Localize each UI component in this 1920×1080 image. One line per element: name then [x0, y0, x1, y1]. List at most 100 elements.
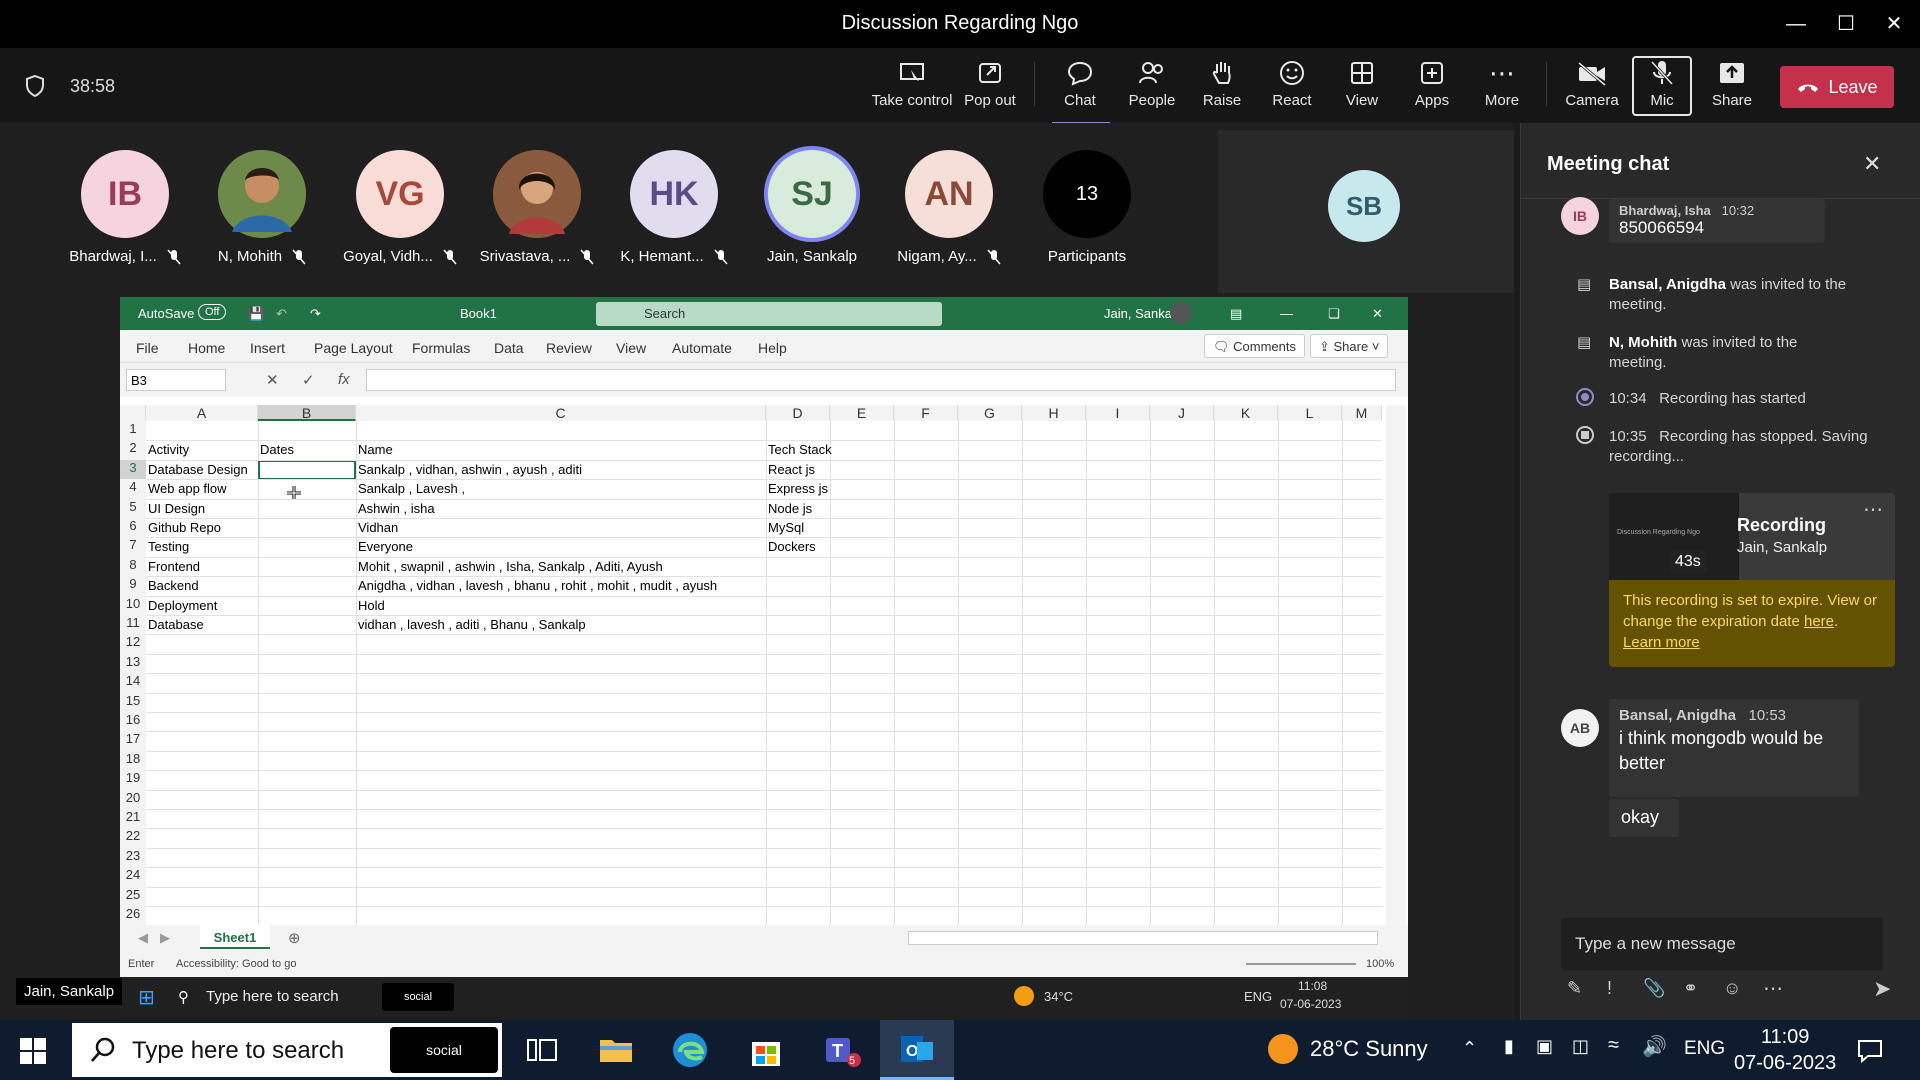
tab-insert[interactable]: Insert — [250, 340, 285, 356]
row-header[interactable]: 1 — [120, 421, 146, 441]
shared-excel-window[interactable]: AutoSave Off 💾 ↶ ↷ Book1 Search Jain, Sa… — [120, 297, 1408, 977]
row-header[interactable]: 6 — [120, 518, 146, 538]
cell-d10[interactable] — [766, 596, 768, 615]
cell-c4[interactable]: Sankalp , Lavesh , — [356, 479, 465, 498]
row-header[interactable]: 4 — [120, 479, 146, 499]
participant-tile[interactable]: Srivastava, ... — [477, 150, 597, 265]
cell-d11[interactable] — [766, 615, 768, 634]
select-all-corner[interactable] — [120, 405, 146, 421]
camera-tray-icon[interactable]: ▣ — [1536, 1036, 1553, 1057]
share-button[interactable]: Share — [1704, 58, 1760, 114]
row-header[interactable]: 2 — [120, 440, 146, 460]
cell-a2[interactable]: Activity — [146, 440, 189, 459]
avatar[interactable] — [1170, 302, 1192, 324]
cell-c10[interactable]: Hold — [356, 596, 385, 615]
redo-icon[interactable]: ↷ — [310, 306, 321, 322]
notifications-icon[interactable] — [1856, 1038, 1884, 1064]
column-header[interactable]: G — [958, 405, 1022, 421]
name-box[interactable]: B3 — [126, 369, 226, 391]
cell-d8[interactable] — [766, 557, 768, 576]
row-header[interactable]: 22 — [120, 828, 146, 848]
spotlight-tile[interactable]: SB — [1218, 130, 1514, 293]
task-view-icon[interactable] — [522, 1030, 562, 1070]
tab-data[interactable]: Data — [494, 340, 524, 356]
important-icon[interactable]: ! — [1607, 978, 1612, 999]
more-button[interactable]: ⋯ More — [1474, 58, 1530, 114]
language-indicator[interactable]: ENG — [1684, 1038, 1725, 1060]
loop-icon[interactable]: ⚭ — [1683, 978, 1698, 999]
participant-tile[interactable]: N, Mohith — [202, 150, 322, 265]
accessibility-status[interactable]: Accessibility: Good to go — [176, 958, 296, 970]
tab-help[interactable]: Help — [758, 340, 787, 356]
volume-icon[interactable]: 🔊 — [1642, 1034, 1667, 1059]
minimize-icon[interactable]: — — [1776, 8, 1816, 40]
row-header[interactable]: 23 — [120, 847, 146, 868]
cell-a10[interactable]: Deployment — [146, 596, 217, 615]
social-widget[interactable]: social — [390, 1027, 498, 1073]
cell-c5[interactable]: Ashwin , isha — [356, 499, 435, 518]
take-control-button[interactable]: Take control — [870, 58, 954, 114]
participant-tile-active[interactable]: SJ Jain, Sankalp — [752, 150, 872, 265]
cell-b2[interactable]: Dates — [258, 440, 294, 459]
column-header[interactable]: H — [1022, 405, 1086, 421]
column-header[interactable]: F — [894, 405, 958, 421]
row-header[interactable]: 11 — [120, 615, 146, 635]
participant-tile[interactable]: AN Nigam, Ay... — [889, 150, 1009, 265]
cell-c9[interactable]: Anigdha , vidhan , lavesh , bhanu , rohi… — [356, 576, 717, 595]
file-explorer-icon[interactable] — [596, 1030, 636, 1070]
function-icon[interactable]: fx — [338, 371, 350, 388]
row-header[interactable]: 10 — [120, 595, 146, 615]
close-icon[interactable]: ✕ — [1372, 306, 1383, 322]
save-icon[interactable]: 💾 — [248, 306, 264, 322]
cell-d4[interactable]: Express js — [766, 479, 828, 498]
send-icon[interactable]: ➤ — [1873, 976, 1891, 1002]
row-header[interactable]: 8 — [120, 556, 146, 577]
row-header[interactable]: 19 — [120, 770, 146, 790]
row-header[interactable]: 5 — [120, 498, 146, 518]
cell-a7[interactable]: Testing — [146, 537, 189, 556]
restore-icon[interactable]: ❏ — [1328, 306, 1340, 322]
column-header[interactable]: L — [1278, 405, 1342, 421]
participant-tile[interactable]: HK K, Hemant... — [614, 150, 734, 265]
tab-formulas[interactable]: Formulas — [412, 340, 470, 356]
chat-message[interactable]: Bansal, Anigdha 10:53 i think mongodb wo… — [1609, 699, 1859, 797]
cell-d9[interactable] — [766, 576, 768, 595]
recording-thumbnail[interactable]: Discussion Regarding Ngo 43s — [1609, 493, 1739, 580]
cancel-icon[interactable]: ✕ — [266, 371, 279, 389]
row-header[interactable]: 17 — [120, 731, 146, 751]
row-header[interactable]: 9 — [120, 576, 146, 596]
cell-c3[interactable]: Sankalp , vidhan, ashwin , ayush , aditi — [356, 460, 582, 479]
wifi-icon[interactable]: ≈ — [1608, 1034, 1619, 1057]
maximize-icon[interactable]: ☐ — [1826, 8, 1866, 40]
next-sheet-icon[interactable]: ▶ — [160, 930, 170, 946]
row-header[interactable]: 14 — [120, 673, 146, 693]
view-button[interactable]: View — [1334, 58, 1390, 114]
column-header[interactable]: D — [766, 405, 830, 421]
participants-overflow[interactable]: 13 Participants — [1027, 150, 1147, 265]
participant-tile[interactable]: VG Goyal, Vidh... — [340, 150, 460, 265]
format-icon[interactable]: ✎ — [1567, 978, 1582, 999]
camera-button[interactable]: Camera — [1562, 58, 1622, 114]
cell-c7[interactable]: Everyone — [356, 537, 413, 556]
show-hidden-icons[interactable]: ⌃ — [1462, 1038, 1477, 1059]
row-header[interactable]: 20 — [120, 789, 146, 809]
cell-c8[interactable]: Mohit , swapnil , ashwin , Isha, Sankalp… — [356, 557, 663, 576]
tab-file[interactable]: File — [136, 340, 159, 356]
cell-d3[interactable]: React js — [766, 460, 815, 479]
row-header[interactable]: 24 — [120, 867, 146, 887]
row-header[interactable]: 16 — [120, 712, 146, 732]
prev-sheet-icon[interactable]: ◀ — [138, 930, 148, 946]
cell-d6[interactable]: MySql — [766, 518, 804, 537]
row-header[interactable]: 25 — [120, 886, 146, 906]
comments-button[interactable]: 🗨 Comments — [1204, 334, 1305, 358]
more-icon[interactable]: ⋯ — [1763, 976, 1783, 1001]
excel-search-input[interactable]: Search — [596, 302, 942, 326]
cell-a11[interactable]: Database — [146, 615, 204, 634]
people-button[interactable]: People — [1124, 58, 1180, 114]
cell-a5[interactable]: UI Design — [146, 499, 205, 518]
cell-a3[interactable]: Database Design — [146, 460, 248, 479]
attach-icon[interactable]: 📎 — [1643, 978, 1665, 999]
cell-c6[interactable]: Vidhan — [356, 518, 398, 537]
column-header[interactable]: M — [1342, 405, 1382, 421]
chat-button[interactable]: Chat — [1050, 58, 1110, 125]
